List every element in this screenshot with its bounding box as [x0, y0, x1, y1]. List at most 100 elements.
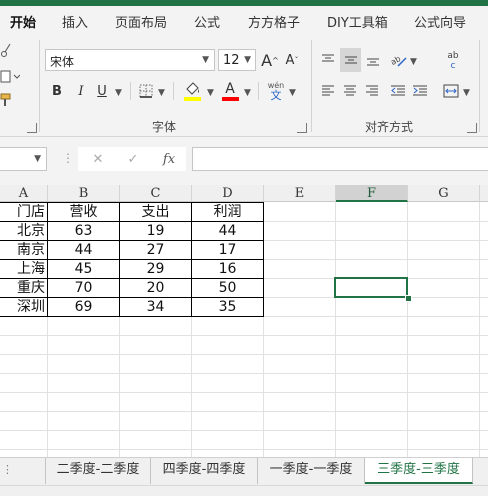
table-cell[interactable]: 69 [48, 297, 119, 317]
merge-chevron-down-icon[interactable]: ▼ [463, 88, 470, 98]
status-bar [0, 485, 488, 496]
sheet-tab[interactable]: 四季度-四季度 [151, 458, 258, 484]
font-color-button[interactable]: A [220, 79, 240, 103]
gridline [0, 373, 488, 374]
column-header-a[interactable]: A [0, 185, 48, 202]
tab-insert[interactable]: 插入 [62, 12, 88, 34]
orientation-icon[interactable]: ab [389, 48, 409, 72]
sheet-tab[interactable]: 二季度-二季度 [45, 458, 151, 484]
clipboard-launcher-icon[interactable] [27, 123, 37, 133]
name-box[interactable]: ▼ [0, 147, 47, 171]
table-cell[interactable]: 17 [192, 240, 263, 260]
wrap-text-top: ab [447, 51, 459, 61]
tab-formula-wizard[interactable]: 公式向导 [414, 12, 466, 34]
table-cell[interactable]: 北京 [0, 221, 48, 241]
borders-chevron-down-icon[interactable]: ▼ [158, 88, 165, 98]
table-cell[interactable]: 70 [48, 278, 119, 298]
table-cell[interactable]: 27 [120, 240, 191, 260]
tab-spacer [0, 458, 45, 484]
sheet-tab[interactable]: 一季度-一季度 [258, 458, 365, 484]
fill-color-icon[interactable] [183, 79, 203, 103]
table-cell[interactable]: 16 [192, 259, 263, 279]
copy-icon[interactable] [0, 68, 20, 84]
table-cell[interactable]: 63 [48, 221, 119, 241]
resize-handle-icon[interactable]: ⋮ [62, 151, 74, 165]
tab-fangfang[interactable]: 方方格子 [248, 12, 300, 34]
column-header-f[interactable]: F [336, 185, 408, 202]
phonetic-chevron-down-icon[interactable]: ▼ [289, 88, 296, 98]
phonetic-bottom: 文 [270, 88, 282, 102]
tab-diy-toolbox[interactable]: DIY工具箱 [327, 12, 388, 34]
table-cell[interactable]: 35 [192, 297, 263, 317]
column-header-b[interactable]: B [48, 185, 120, 202]
phonetic-guide-button[interactable]: wén 文 [266, 78, 286, 104]
font-name-dropdown[interactable]: 宋体 ▼ [45, 49, 215, 71]
active-cell-selection[interactable] [334, 277, 408, 298]
table-cell[interactable]: 44 [192, 221, 263, 241]
tab-home[interactable]: 开始 [10, 12, 36, 34]
sheet-tab-active[interactable]: 三季度-三季度 [365, 458, 473, 484]
merge-center-icon[interactable] [441, 80, 461, 102]
font-name-value: 宋体 [50, 55, 75, 69]
fill-handle[interactable] [405, 295, 412, 302]
tab-formulas[interactable]: 公式 [194, 12, 220, 34]
table-header-cell[interactable]: 支出 [120, 202, 191, 222]
worksheet-grid[interactable]: A B C D E F G 门店 营收 支出 利润 北京 63 19 44 南京… [0, 185, 488, 457]
ribbon-tabs: 开始 插入 页面布局 公式 方方格子 DIY工具箱 公式向导 [0, 6, 488, 40]
formula-input[interactable] [192, 147, 488, 171]
table-cell[interactable]: 重庆 [0, 278, 48, 298]
bold-button[interactable]: B [48, 80, 66, 102]
table-cell[interactable]: 南京 [0, 240, 48, 260]
table-cell[interactable]: 29 [120, 259, 191, 279]
bottom-align-icon[interactable] [363, 48, 383, 72]
underline-button[interactable]: U [93, 80, 111, 102]
formula-buttons: ✕ ✓ fx [78, 147, 186, 171]
orientation-chevron-down-icon[interactable]: ▼ [410, 57, 417, 67]
font-color-chevron-down-icon[interactable]: ▼ [244, 88, 251, 98]
table-header-cell[interactable]: 门店 [0, 202, 48, 222]
tab-page-layout[interactable]: 页面布局 [115, 12, 167, 34]
table-cell[interactable]: 20 [120, 278, 191, 298]
decrease-indent-icon[interactable] [388, 80, 408, 102]
column-header-h[interactable] [480, 185, 488, 202]
divider [311, 40, 312, 132]
table-cell[interactable]: 深圳 [0, 297, 48, 317]
insert-function-icon[interactable]: fx [158, 149, 180, 169]
font-launcher-icon[interactable] [297, 123, 307, 133]
table-header-cell[interactable]: 营收 [48, 202, 119, 222]
align-center-icon[interactable] [340, 80, 360, 102]
chevron-down-icon: ▼ [34, 154, 41, 164]
underline-chevron-down-icon[interactable]: ▼ [115, 88, 122, 98]
column-header-d[interactable]: D [192, 185, 264, 202]
font-size-dropdown[interactable]: 12 ▼ [218, 49, 256, 71]
column-header-g[interactable]: G [408, 185, 480, 202]
cancel-icon[interactable]: ✕ [88, 149, 108, 169]
wrap-text-button[interactable]: ab c [442, 48, 464, 74]
column-header-c[interactable]: C [120, 185, 192, 202]
table-cell[interactable]: 19 [120, 221, 191, 241]
alignment-launcher-icon[interactable] [467, 123, 477, 133]
cut-icon[interactable] [0, 42, 12, 58]
middle-align-icon[interactable] [340, 48, 361, 72]
table-cell[interactable]: 34 [120, 297, 191, 317]
align-left-icon[interactable] [318, 80, 338, 102]
top-align-icon[interactable] [318, 48, 338, 72]
italic-button[interactable]: I [72, 80, 90, 102]
shrink-font-button[interactable]: Aˇ [283, 49, 301, 71]
chevron-down-icon: ▼ [202, 55, 209, 65]
table-cell[interactable]: 45 [48, 259, 119, 279]
borders-icon[interactable] [137, 80, 155, 102]
format-painter-icon[interactable] [0, 92, 12, 108]
table-header-cell[interactable]: 利润 [192, 202, 263, 222]
increase-indent-icon[interactable] [410, 80, 430, 102]
fill-color-chevron-down-icon[interactable]: ▼ [207, 88, 214, 98]
grow-font-button[interactable]: A ^ [261, 49, 279, 71]
column-header-e[interactable]: E [264, 185, 336, 202]
enter-icon[interactable]: ✓ [123, 149, 143, 169]
table-cell[interactable]: 44 [48, 240, 119, 260]
table-cell[interactable]: 50 [192, 278, 263, 298]
align-right-icon[interactable] [362, 80, 382, 102]
table-cell[interactable]: 上海 [0, 259, 48, 279]
font-group-label: 字体 [152, 120, 177, 134]
gridline [0, 449, 488, 450]
